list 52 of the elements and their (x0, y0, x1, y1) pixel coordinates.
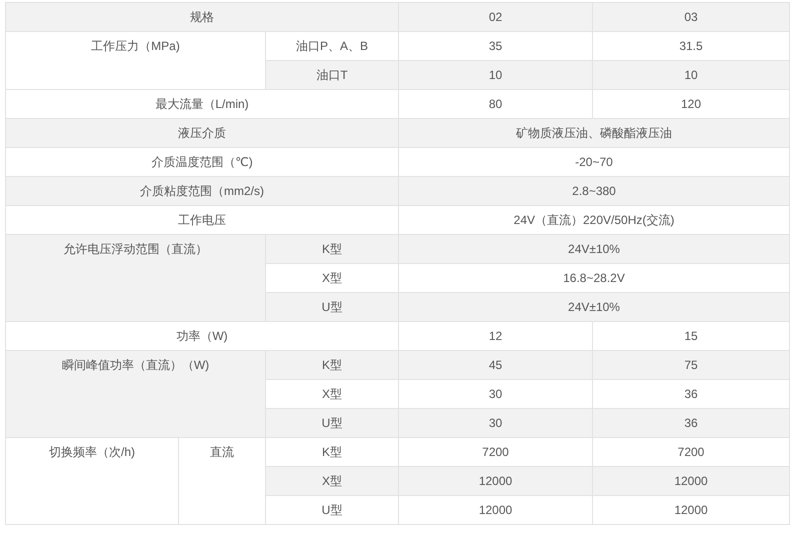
table-cell: 12 (398, 322, 592, 350)
table-cell: 功率（W) (6, 322, 398, 350)
table-cell: U型 (266, 408, 398, 438)
table-cell: 75 (592, 350, 790, 380)
table-cell: 直流 (178, 438, 266, 524)
table-cell: U型 (266, 292, 398, 322)
table-cell: 12000 (592, 466, 790, 496)
table-cell: 03 (592, 2, 790, 32)
table-cell: K型 (266, 350, 398, 380)
table-cell: 16.8~28.2V (398, 264, 790, 292)
table-cell: 2.8~380 (398, 176, 790, 206)
table-cell: K型 (266, 234, 398, 264)
table-cell: X型 (266, 466, 398, 496)
table-cell: 液压介质 (6, 118, 398, 148)
table-cell: 工作压力（MPa) (6, 32, 266, 90)
table-cell: U型 (266, 496, 398, 524)
table-cell: 120 (592, 90, 790, 118)
table-cell: 24V（直流）220V/50Hz(交流) (398, 206, 790, 234)
table-cell: 36 (592, 408, 790, 438)
table-cell: 瞬间峰值功率（直流）（W) (6, 350, 266, 438)
table-cell: X型 (266, 264, 398, 292)
table-cell: 12000 (398, 466, 592, 496)
table-cell: 15 (592, 322, 790, 350)
table-cell: 24V±10% (398, 292, 790, 322)
table-cell: 工作电压 (6, 206, 398, 234)
table-cell: -20~70 (398, 148, 790, 176)
table-cell: 介质粘度范围（mm2/s) (6, 176, 398, 206)
table-cell: 切换频率（次/h) (6, 438, 178, 524)
table-cell: X型 (266, 380, 398, 408)
table-cell: 31.5 (592, 32, 790, 60)
table-cell: 30 (398, 380, 592, 408)
table-cell: 10 (398, 60, 592, 90)
table-cell: 油口T (266, 60, 398, 90)
table-cell: 矿物质液压油、磷酸酯液压油 (398, 118, 790, 148)
table-cell: 02 (398, 2, 592, 32)
table-cell: K型 (266, 438, 398, 466)
table-cell: 7200 (592, 438, 790, 466)
table-cell: 24V±10% (398, 234, 790, 264)
table-cell: 36 (592, 380, 790, 408)
table-cell: 10 (592, 60, 790, 90)
table-cell: 允许电压浮动范围（直流） (6, 234, 266, 322)
table-cell: 介质温度范围（℃) (6, 148, 398, 176)
table-cell: 12000 (592, 496, 790, 524)
table-cell: 80 (398, 90, 592, 118)
table-cell: 30 (398, 408, 592, 438)
table-cell: 7200 (398, 438, 592, 466)
table-cell: 45 (398, 350, 592, 380)
table-cell: 最大流量（L/min) (6, 90, 398, 118)
table-cell: 12000 (398, 496, 592, 524)
table-cell: 35 (398, 32, 592, 60)
table-cell: 油口P、A、B (266, 32, 398, 60)
table-cell: 规格 (6, 2, 398, 32)
